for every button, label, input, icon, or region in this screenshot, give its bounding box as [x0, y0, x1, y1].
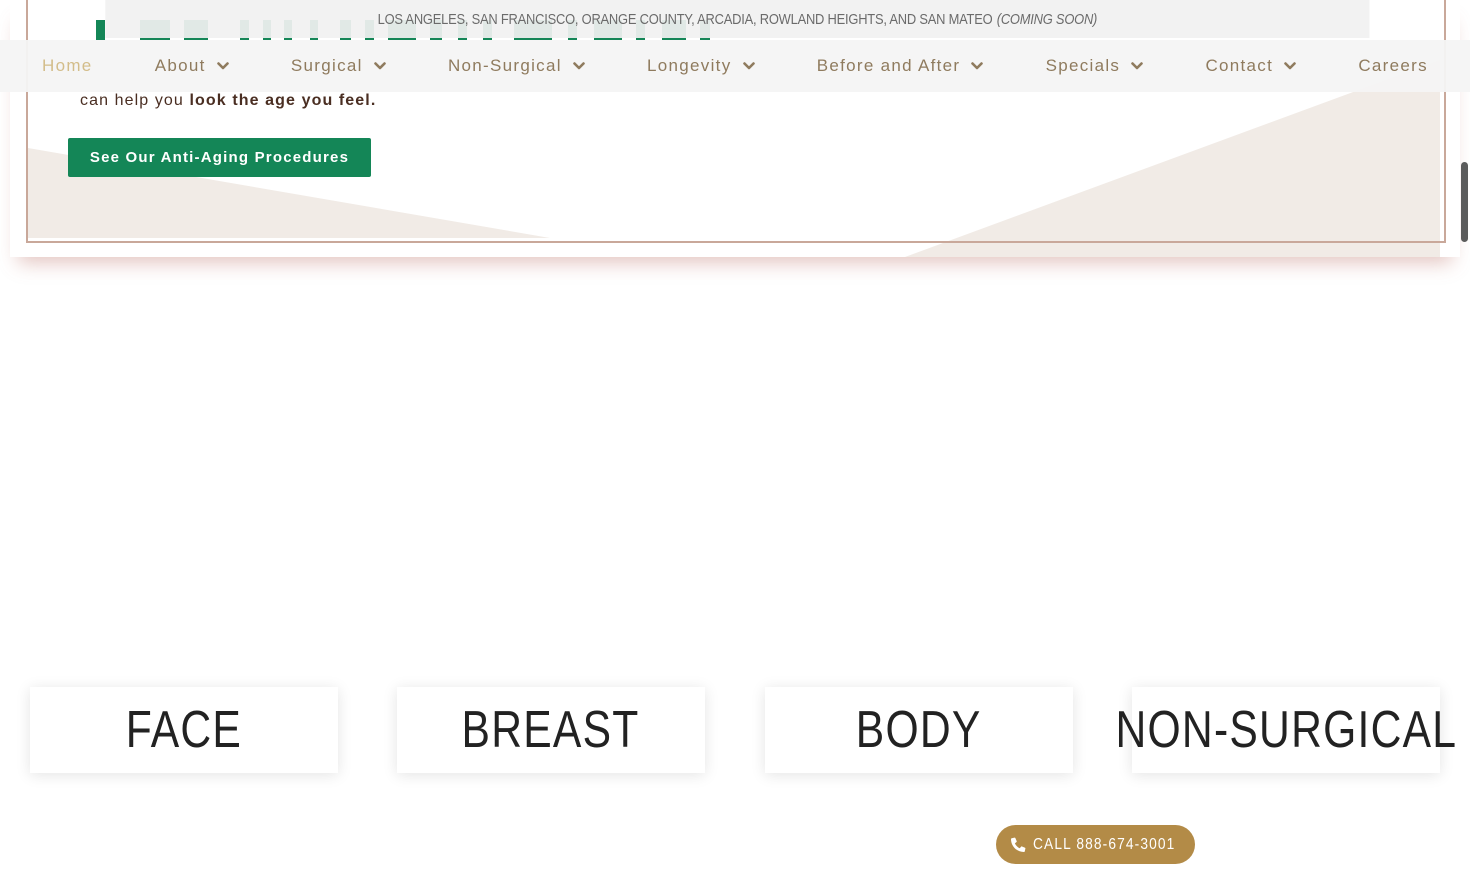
nav-item-label: Specials	[1045, 56, 1121, 75]
category-label: BODY	[856, 701, 982, 759]
hero-intro-text: can help you look the age you feel.	[80, 92, 376, 110]
category-tile-non-surgical[interactable]: NON-SURGICAL	[1115, 687, 1456, 773]
nav-item-home[interactable]: Home	[42, 56, 93, 76]
category-label: NON-SURGICAL	[1115, 701, 1457, 759]
chevron-down-icon	[971, 62, 984, 70]
call-label: CALL 888-674-3001	[1032, 835, 1176, 853]
nav-item-contact[interactable]: Contact	[1205, 56, 1296, 76]
nav-item-about[interactable]: About	[155, 56, 229, 76]
nav-item-before-and-after[interactable]: Before and After	[817, 56, 984, 76]
nav-item-label: Careers	[1358, 56, 1428, 75]
nav-item-careers[interactable]: Careers	[1358, 56, 1428, 76]
nav-item-label: Home	[42, 56, 93, 75]
coming-soon-text: (COMING SOON)	[996, 10, 1098, 28]
nav-item-label: Longevity	[647, 56, 732, 75]
chevron-down-icon	[1131, 62, 1144, 70]
locations-bar: LOS ANGELES, SAN FRANCISCO, ORANGE COUNT…	[105, 0, 1370, 38]
nav-item-surgical[interactable]: Surgical	[291, 56, 386, 76]
category-tile-body[interactable]: BODY	[765, 687, 1073, 773]
page-scrollbar-thumb[interactable]	[1461, 162, 1468, 242]
call-button[interactable]: CALL 888-674-3001	[996, 825, 1195, 864]
nav-item-label: Non-Surgical	[447, 56, 562, 75]
hero-intro-prefix: can help you	[80, 92, 190, 109]
nav-item-specials[interactable]: Specials	[1046, 56, 1144, 76]
anti-aging-procedures-button[interactable]: See Our Anti-Aging Procedures	[68, 138, 371, 177]
nav-item-label: Before and After	[816, 56, 961, 75]
chevron-down-icon	[216, 62, 229, 70]
main-navigation: Home About Surgical Non-Surgical Longevi…	[0, 40, 1470, 92]
hero-card: can help you look the age you feel. See …	[10, 0, 1460, 257]
hero-intro-emphasis: look the age you feel.	[189, 92, 377, 109]
chevron-down-icon	[1284, 62, 1296, 70]
category-label: FACE	[125, 701, 243, 759]
category-label: BREAST	[462, 701, 640, 759]
nav-item-label: About	[154, 56, 206, 75]
nav-item-non-surgical[interactable]: Non-Surgical	[448, 56, 585, 76]
category-tile-breast[interactable]: BREAST	[397, 687, 705, 773]
nav-item-label: Contact	[1205, 56, 1274, 75]
chevron-down-icon	[573, 62, 585, 70]
chevron-down-icon	[742, 62, 755, 70]
chevron-down-icon	[373, 62, 386, 70]
category-tile-face[interactable]: FACE	[30, 687, 338, 773]
nav-item-label: Surgical	[290, 56, 363, 75]
locations-text: LOS ANGELES, SAN FRANCISCO, ORANGE COUNT…	[377, 10, 993, 28]
nav-item-longevity[interactable]: Longevity	[647, 56, 755, 76]
phone-icon	[1010, 837, 1026, 852]
